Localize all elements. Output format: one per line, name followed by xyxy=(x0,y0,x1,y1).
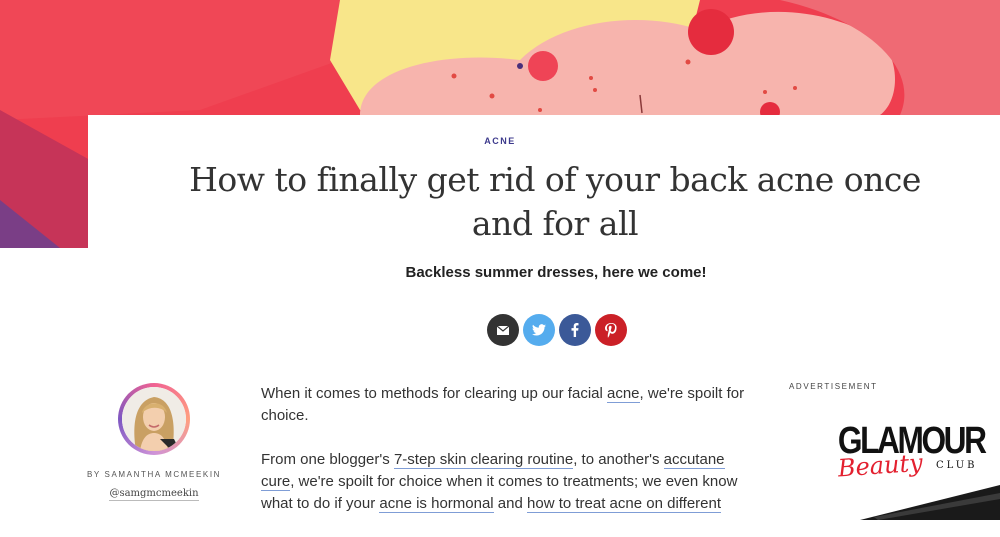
paragraph: When it comes to methods for clearing up… xyxy=(261,383,761,427)
paragraph-text: From one blogger's xyxy=(261,451,394,468)
paragraph-text: , to another's xyxy=(573,451,664,468)
acne-link[interactable]: acne xyxy=(607,385,640,403)
author-photo xyxy=(122,387,186,451)
author-handle-link[interactable]: @samgmcmeekin xyxy=(109,488,199,501)
share-bar xyxy=(487,314,627,346)
share-pinterest-button[interactable] xyxy=(595,314,627,346)
category-link[interactable]: ACNE xyxy=(0,136,1000,146)
advertisement-label: ADVERTISEMENT xyxy=(789,382,878,391)
paragraph-text: and xyxy=(493,495,528,512)
share-email-button[interactable] xyxy=(487,314,519,346)
article-body: When it comes to methods for clearing up… xyxy=(261,383,761,537)
author-avatar[interactable] xyxy=(118,383,190,455)
author-byline: BY SAMANTHA MCMEEKIN xyxy=(86,470,222,479)
envelope-icon xyxy=(497,325,509,335)
paragraph: From one blogger's 7-step skin clearing … xyxy=(261,449,761,515)
twitter-icon xyxy=(532,324,546,336)
glamour-beauty-club-ad[interactable]: GLAMOUR Beauty CLUB xyxy=(834,413,1000,525)
article-subtitle: Backless summer dresses, here we come! xyxy=(405,264,707,281)
article-title: How to finally get rid of your back acne… xyxy=(189,160,921,243)
skin-routine-link[interactable]: 7-step skin clearing routine xyxy=(393,451,574,469)
author-handle[interactable]: @samgmcmeekin xyxy=(76,488,232,501)
club-label: CLUB xyxy=(936,460,978,471)
share-facebook-button[interactable] xyxy=(559,314,591,346)
share-twitter-button[interactable] xyxy=(523,314,555,346)
hormonal-acne-link[interactable]: acne is hormonal xyxy=(379,495,494,513)
pinterest-icon xyxy=(605,322,617,338)
treat-acne-link[interactable]: how to treat acne on different xyxy=(527,495,722,513)
paragraph-text: When it comes to methods for clearing up… xyxy=(261,385,607,402)
beauty-script: Beauty xyxy=(836,449,924,483)
facebook-icon xyxy=(571,323,579,337)
